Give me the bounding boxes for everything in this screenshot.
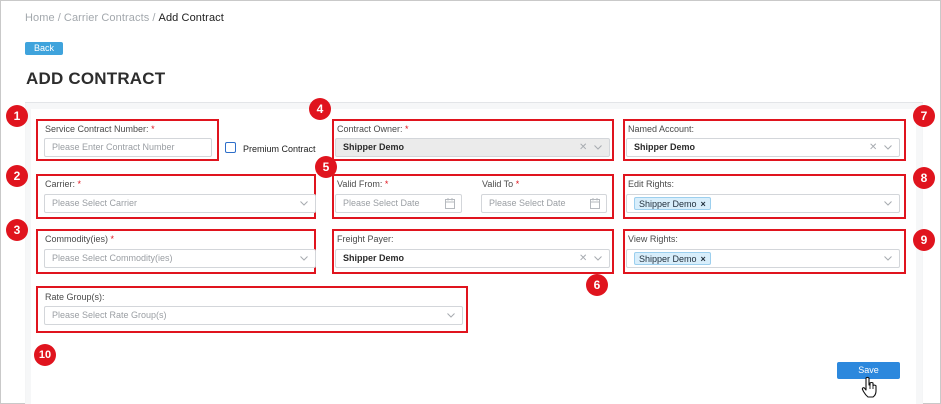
calendar-icon[interactable] xyxy=(590,198,600,209)
commodities-select[interactable]: Please Select Commodity(ies) xyxy=(44,249,316,268)
view-rights-tag: Shipper Demo × xyxy=(634,252,711,265)
callout-badge-6: 6 xyxy=(586,274,608,296)
calendar-icon[interactable] xyxy=(445,198,455,209)
commodities-placeholder: Please Select Commodity(ies) xyxy=(52,253,173,263)
chevron-down-icon[interactable] xyxy=(884,139,892,156)
chevron-down-icon[interactable] xyxy=(300,250,308,267)
chevron-down-icon[interactable] xyxy=(300,195,308,212)
callout-badge-5: 5 xyxy=(315,156,337,178)
named-account-select[interactable]: Shipper Demo ✕ xyxy=(626,138,900,157)
callout-badge-8: 8 xyxy=(913,167,935,189)
freight-payer-value: Shipper Demo xyxy=(343,253,405,263)
premium-contract-checkbox[interactable] xyxy=(225,142,236,153)
carrier-label: Carrier: * xyxy=(45,179,82,189)
breadcrumb-separator: / xyxy=(57,12,61,24)
service-contract-number-input[interactable]: Please Enter Contract Number xyxy=(44,138,212,157)
carrier-select[interactable]: Please Select Carrier xyxy=(44,194,316,213)
chevron-down-icon[interactable] xyxy=(447,307,455,324)
view-rights-select[interactable]: Shipper Demo × xyxy=(626,249,900,268)
valid-to-placeholder: Please Select Date xyxy=(489,198,566,208)
clear-icon[interactable]: ✕ xyxy=(579,250,587,267)
edit-rights-label: Edit Rights: xyxy=(628,179,675,189)
tag-remove-icon[interactable]: × xyxy=(701,199,706,209)
callout-badge-4: 4 xyxy=(309,98,331,120)
edit-rights-select[interactable]: Shipper Demo × xyxy=(626,194,900,213)
chevron-down-icon[interactable] xyxy=(594,139,602,156)
callout-badge-1: 1 xyxy=(6,105,28,127)
breadcrumb-carrier-contracts-link[interactable]: Carrier Contracts xyxy=(64,12,149,24)
rate-groups-label: Rate Group(s): xyxy=(45,292,105,302)
contract-owner-label: Contract Owner: * xyxy=(337,124,409,134)
chevron-down-icon[interactable] xyxy=(884,250,892,267)
carrier-placeholder: Please Select Carrier xyxy=(52,198,138,208)
named-account-value: Shipper Demo xyxy=(634,142,696,152)
rate-groups-placeholder: Please Select Rate Group(s) xyxy=(52,310,167,320)
breadcrumb: Home / Carrier Contracts / Add Contract xyxy=(25,12,224,24)
contract-owner-value: Shipper Demo xyxy=(343,142,405,152)
freight-payer-select[interactable]: Shipper Demo ✕ xyxy=(335,249,610,268)
contract-owner-select[interactable]: Shipper Demo ✕ xyxy=(335,138,610,157)
callout-badge-9: 9 xyxy=(913,229,935,251)
page-title: ADD CONTRACT xyxy=(26,69,166,88)
tag-remove-icon[interactable]: × xyxy=(701,254,706,264)
breadcrumb-current: Add Contract xyxy=(158,12,224,24)
breadcrumb-separator: / xyxy=(152,12,156,24)
chevron-down-icon[interactable] xyxy=(594,250,602,267)
valid-from-label: Valid From: * xyxy=(337,179,389,189)
premium-contract-label: Premium Contract xyxy=(243,144,316,154)
chevron-down-icon[interactable] xyxy=(884,195,892,212)
edit-rights-tag: Shipper Demo × xyxy=(634,197,711,210)
freight-payer-label: Freight Payer: xyxy=(337,234,394,244)
view-rights-label: View Rights: xyxy=(628,234,678,244)
valid-from-placeholder: Please Select Date xyxy=(343,198,420,208)
clear-icon[interactable]: ✕ xyxy=(869,139,877,156)
callout-badge-7: 7 xyxy=(913,105,935,127)
callout-badge-3: 3 xyxy=(6,219,28,241)
breadcrumb-home-link[interactable]: Home xyxy=(25,12,55,24)
named-account-label: Named Account: xyxy=(628,124,695,134)
valid-to-label: Valid To * xyxy=(482,179,520,189)
clear-icon[interactable]: ✕ xyxy=(579,139,587,156)
service-contract-number-label: Service Contract Number: * xyxy=(45,124,155,134)
back-button[interactable]: Back xyxy=(25,42,63,55)
callout-badge-2: 2 xyxy=(6,165,28,187)
commodities-label: Commodity(ies) * xyxy=(45,234,115,244)
valid-to-input[interactable]: Please Select Date xyxy=(481,194,607,213)
hand-pointer-icon xyxy=(861,376,879,398)
callout-badge-10: 10 xyxy=(34,344,56,366)
valid-from-input[interactable]: Please Select Date xyxy=(335,194,462,213)
rate-groups-select[interactable]: Please Select Rate Group(s) xyxy=(44,306,463,325)
